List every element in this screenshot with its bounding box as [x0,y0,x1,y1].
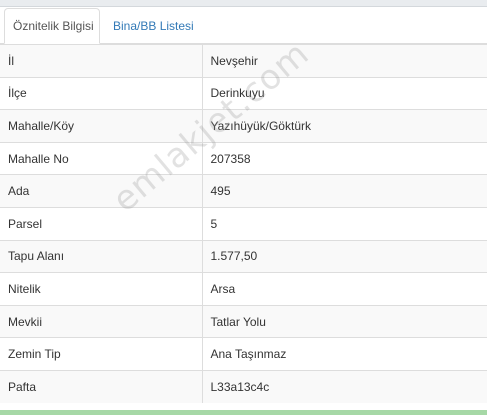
bottom-border [0,410,487,415]
attribute-key: Mahalle No [0,141,203,175]
attribute-key: Nitelik [0,272,203,306]
attribute-key: Mevkii [0,304,203,338]
table-row: İlçe Derinkuyu [0,76,487,110]
attribute-key: Parsel [0,206,203,241]
table-row: Zemin Tip Ana Taşınmaz [0,337,487,371]
attribute-value: Tatlar Yolu [202,304,487,338]
table-row: Pafta L33a13c4c [0,369,487,404]
attribute-value: 495 [202,174,487,208]
attribute-value: Ana Taşınmaz [202,337,487,371]
table-row: İl Nevşehir [0,44,487,78]
attribute-value: Nevşehir [202,44,487,78]
attribute-key: İlçe [0,76,203,110]
table-row: Mahalle/Köy Yazıhüyük/Göktürk [0,109,487,143]
table-row: Mahalle No 207358 [0,141,487,175]
table-row: Mevkii Tatlar Yolu [0,304,487,338]
attribute-value: Yazıhüyük/Göktürk [202,109,487,143]
tab-attribute-info[interactable]: Öznitelik Bilgisi [4,8,100,44]
tab-bar: Öznitelik Bilgisi Bina/BB Listesi [0,6,487,44]
attribute-value: 5 [202,206,487,241]
attribute-value: 1.577,50 [202,239,487,273]
parcel-info-panel: Öznitelik Bilgisi Bina/BB Listesi İl Nev… [0,0,487,415]
attribute-key: İl [0,44,203,78]
table-row: Tapu Alanı 1.577,50 [0,239,487,273]
attribute-value: L33a13c4c [202,369,487,404]
attribute-value: Arsa [202,272,487,306]
table-row: Nitelik Arsa [0,272,487,306]
attribute-key: Zemin Tip [0,337,203,371]
tab-building-list[interactable]: Bina/BB Listesi [104,8,203,44]
table-row: Parsel 5 [0,206,487,241]
attribute-key: Pafta [0,369,203,404]
attribute-key: Ada [0,174,203,208]
attribute-key: Mahalle/Köy [0,109,203,143]
attribute-key: Tapu Alanı [0,239,203,273]
attribute-value: Derinkuyu [202,76,487,110]
attribute-value: 207358 [202,141,487,175]
attribute-table: İl Nevşehir İlçe Derinkuyu Mahalle/Köy Y… [0,44,487,404]
table-row: Ada 495 [0,174,487,208]
